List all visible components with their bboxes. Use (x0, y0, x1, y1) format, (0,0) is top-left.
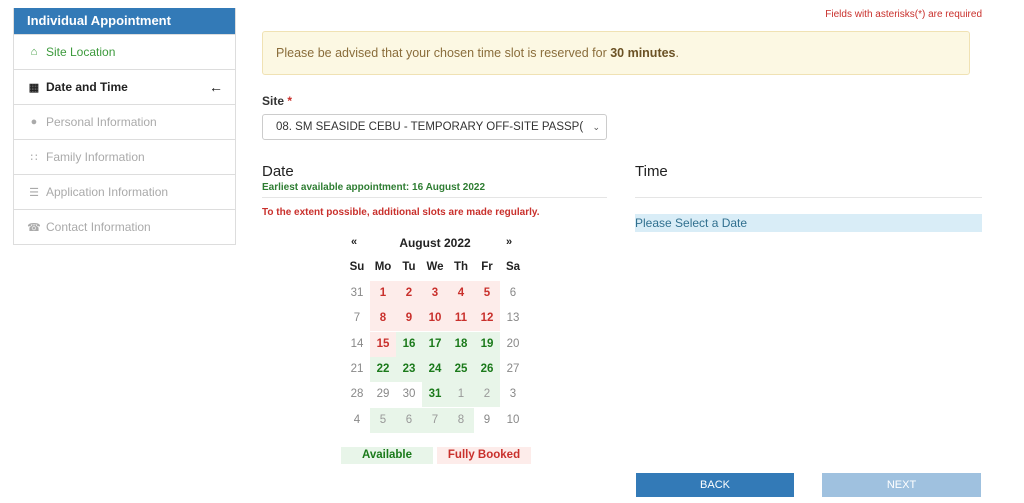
calendar-day-available[interactable]: 23 (396, 356, 422, 382)
sidebar-item-label: Site Location (46, 45, 116, 59)
calendar-day-available[interactable]: 18 (448, 331, 474, 357)
calendar-day-muted: 4 (353, 413, 361, 426)
arrow-left-icon: ← (209, 79, 223, 95)
sidebar-item-label: Date and Time (46, 80, 128, 94)
calendar-day-available[interactable]: 19 (474, 331, 500, 357)
calendar-day-available[interactable]: 24 (422, 356, 448, 382)
calendar-day-booked: 11 (448, 306, 474, 332)
calendar-day-muted: 30 (402, 388, 416, 401)
weekday-label: Sa (505, 261, 521, 273)
calendar-day-muted: 28 (350, 388, 364, 401)
calendar-day-muted: 31 (350, 287, 364, 299)
calendar-day-booked: 2 (396, 281, 422, 306)
calendar-day-booked: 1 (370, 281, 396, 306)
sidebar-item-contact-information: ☎ Contact Information (14, 209, 235, 244)
required-fields-note: Fields with asterisks(*) are required (825, 9, 982, 20)
calendar-day-faded: 2 (474, 382, 500, 408)
calendar-day-available[interactable]: 25 (448, 356, 474, 382)
date-heading: Date (262, 163, 294, 180)
sidebar-nav: Individual Appointment ⌂ Site Location ▦… (13, 8, 236, 245)
sidebar-item-label: Personal Information (46, 115, 157, 129)
calendar-day-faded: 5 (370, 407, 396, 433)
calendar-day-muted: 9 (483, 413, 491, 426)
calendar-day-muted: 21 (350, 362, 364, 375)
required-asterisk: * (287, 94, 293, 108)
sidebar-item-application-information: ☰ Application Information (14, 174, 235, 209)
next-button[interactable]: NEXT (822, 473, 981, 497)
divider (262, 197, 607, 198)
calendar-day-available[interactable]: 16 (396, 331, 422, 357)
users-icon: ∷ (30, 151, 38, 164)
calendar-day-available[interactable]: 17 (422, 331, 448, 357)
sidebar-item-label: Contact Information (46, 220, 151, 234)
calendar-day-faded: 6 (396, 407, 422, 433)
calendar-day-available[interactable]: 31 (422, 382, 448, 408)
calendar-day-booked: 15 (370, 331, 396, 357)
calendar-day-available[interactable]: 22 (370, 356, 396, 382)
legend-available: Available (341, 447, 433, 464)
site-select-value: 08. SM SEASIDE CEBU - TEMPORARY OFF-SITE… (276, 121, 584, 133)
sidebar-item-personal-information: ● Personal Information (14, 104, 235, 139)
phone-icon: ☎ (27, 221, 41, 234)
back-button[interactable]: BACK (636, 473, 794, 497)
list-icon: ☰ (29, 186, 39, 199)
advisory-duration: 30 minutes (610, 46, 676, 60)
extent-note: To the extent possible, additional slots… (262, 207, 540, 218)
earliest-appointment: Earliest available appointment: 16 Augus… (262, 182, 486, 193)
sidebar-item-label: Application Information (46, 185, 169, 199)
sidebar-item-site-location[interactable]: ⌂ Site Location (14, 34, 235, 69)
weekday-label: Tu (402, 261, 416, 273)
calendar-day-booked: 5 (474, 281, 500, 306)
site-label-text: Site (262, 94, 285, 108)
sidebar-item-family-information: ∷ Family Information (14, 139, 235, 174)
site-select[interactable]: 08. SM SEASIDE CEBU - TEMPORARY OFF-SITE… (262, 114, 607, 140)
sidebar-item-label: Family Information (46, 150, 145, 164)
weekday-label: Su (349, 261, 365, 273)
site-label: Site * (262, 94, 292, 108)
calendar-day-booked: 8 (370, 306, 396, 332)
calendar-day-muted: 29 (376, 388, 390, 401)
calendar-day-booked: 9 (396, 306, 422, 332)
sidebar-title: Individual Appointment (14, 8, 235, 34)
calendar-day-available[interactable]: 26 (474, 356, 500, 382)
weekday-label: Fr (481, 261, 493, 273)
calendar-day-faded: 1 (448, 382, 474, 408)
weekday-label: We (426, 261, 444, 273)
chevron-down-icon: ⌄ (592, 122, 600, 132)
weekday-label: Mo (374, 261, 392, 273)
time-select-message: Please Select a Date (635, 214, 982, 232)
calendar-day-booked: 3 (422, 281, 448, 306)
calendar-day-booked: 10 (422, 306, 448, 332)
calendar-day-muted: 10 (506, 413, 520, 426)
home-icon: ⌂ (30, 46, 38, 58)
calendar-day-faded: 7 (422, 407, 448, 433)
calendar-day-muted: 3 (509, 388, 517, 401)
divider (635, 197, 982, 198)
next-month-button[interactable]: » (506, 236, 512, 248)
calendar-day-booked: 12 (474, 306, 500, 332)
calendar-day-muted: 6 (509, 287, 517, 299)
calendar-day-booked: 4 (448, 281, 474, 306)
user-icon: ● (30, 116, 38, 128)
calendar-day-muted: 27 (506, 362, 520, 375)
time-slot-advisory: Please be advised that your chosen time … (262, 31, 970, 75)
calendar-icon: ▦ (28, 81, 40, 94)
calendar-day-muted: 13 (506, 312, 520, 325)
time-heading: Time (635, 163, 668, 180)
calendar-day-muted: 7 (353, 312, 361, 325)
weekday-label: Th (453, 261, 469, 273)
advisory-text: Please be advised that your chosen time … (276, 46, 611, 60)
calendar-day-muted: 14 (350, 337, 364, 350)
calendar-month-title: August 2022 (399, 236, 471, 250)
sidebar-item-date-and-time[interactable]: ▦ Date and Time ← (14, 69, 235, 104)
calendar-day-faded: 8 (448, 407, 474, 433)
legend-fully-booked: Fully Booked (437, 447, 531, 464)
calendar-day-muted: 20 (506, 337, 520, 350)
advisory-end: . (675, 46, 679, 60)
calendar-header: « August 2022 » (344, 230, 526, 255)
